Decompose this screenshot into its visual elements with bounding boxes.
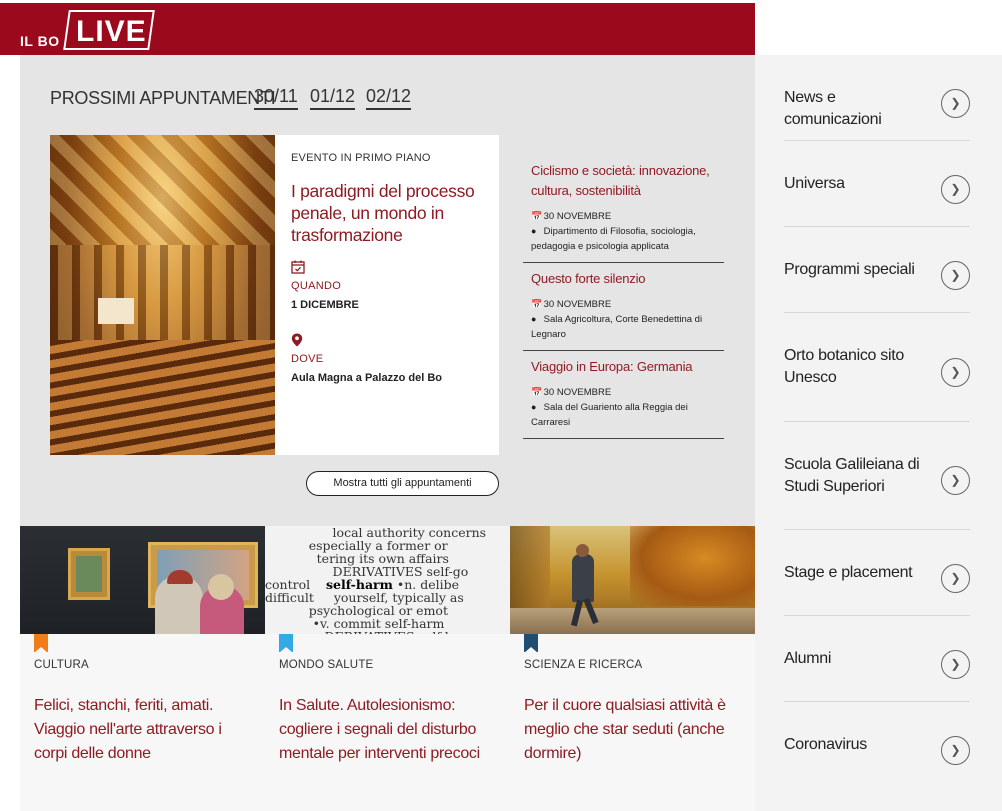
event-title[interactable]: Viaggio in Europa: Germania [531, 357, 716, 377]
sidebar-item-label[interactable]: Orto botanico sito Unesco [784, 345, 929, 389]
sidebar-item-label[interactable]: Coronavirus [784, 734, 929, 756]
sidebar-item-universa[interactable]: Universa ❯ [784, 141, 970, 227]
where-label: DOVE [291, 353, 324, 365]
live-logo[interactable]: LIVE [76, 15, 147, 49]
upcoming-events-list: Ciclismo e società: innovazione, cultura… [523, 155, 724, 439]
event-title[interactable]: Questo forte silenzio [531, 269, 716, 289]
right-sidebar: News e comunicazioni ❯ Universa ❯ Progra… [755, 55, 1002, 811]
event-title[interactable]: Ciclismo e società: innovazione, cultura… [531, 161, 716, 201]
bookmark-icon [524, 634, 538, 653]
map-pin-icon: ● [531, 314, 537, 324]
featured-title[interactable]: I paradigmi del processo penale, un mond… [291, 180, 483, 246]
article-category[interactable]: MONDO SALUTE [279, 659, 373, 671]
ilbo-logo[interactable]: IL BO [20, 33, 60, 49]
featured-event-card: EVENTO IN PRIMO PIANO I paradigmi del pr… [275, 135, 499, 455]
sidebar-item-programmi[interactable]: Programmi speciali ❯ [784, 227, 970, 313]
site-header: IL BO LIVE [0, 3, 755, 55]
article-card-scienza[interactable]: SCIENZA E RICERCA Per il cuore qualsiasi… [510, 526, 755, 811]
article-category[interactable]: CULTURA [34, 659, 89, 671]
bookmark-icon [279, 634, 293, 653]
where-value: Aula Magna a Palazzo del Bo [291, 372, 442, 384]
map-pin-icon: ● [531, 402, 537, 412]
sidebar-item-stage[interactable]: Stage e placement ❯ [784, 530, 970, 616]
article-image[interactable]: local authority concerns especially a fo… [265, 526, 510, 634]
article-title[interactable]: Felici, stanchi, feriti, amati. Viaggio … [34, 694, 256, 766]
bookmark-icon [34, 634, 48, 653]
calendar-icon [291, 260, 305, 274]
event-place: Dipartimento di Filosofia, sociologia, p… [531, 226, 696, 252]
event-date: 30 NOVEMBRE [543, 387, 612, 398]
sidebar-item-label[interactable]: Alumni [784, 648, 929, 670]
chevron-right-icon[interactable]: ❯ [941, 175, 970, 204]
featured-kicker: EVENTO IN PRIMO PIANO [291, 152, 431, 164]
date-tab-2[interactable]: 01/12 [310, 86, 356, 110]
date-tab-3[interactable]: 02/12 [366, 86, 412, 110]
list-item[interactable]: Ciclismo e società: innovazione, cultura… [523, 155, 724, 263]
chevron-right-icon[interactable]: ❯ [941, 261, 970, 290]
map-pin-icon [291, 333, 305, 347]
sidebar-item-galileiana[interactable]: Scuola Galileiana di Studi Superiori ❯ [784, 422, 970, 530]
article-card-salute[interactable]: local authority concerns especially a fo… [265, 526, 510, 811]
sidebar-item-news[interactable]: News e comunicazioni ❯ [784, 55, 970, 141]
list-item[interactable]: Viaggio in Europa: Germania 📅 30 NOVEMBR… [523, 351, 724, 439]
chevron-right-icon[interactable]: ❯ [941, 466, 970, 495]
event-date: 30 NOVEMBRE [543, 299, 612, 310]
list-item[interactable]: Questo forte silenzio 📅 30 NOVEMBRE ● Sa… [523, 263, 724, 351]
events-title: PROSSIMI APPUNTAMENTI [50, 88, 276, 108]
article-title[interactable]: In Salute. Autolesionismo: cogliere i se… [279, 694, 501, 766]
sidebar-item-coronavirus[interactable]: Coronavirus ❯ [784, 702, 970, 788]
sidebar-item-label[interactable]: Universa [784, 173, 929, 195]
sidebar-item-alumni[interactable]: Alumni ❯ [784, 616, 970, 702]
show-all-events-button[interactable]: Mostra tutti gli appuntamenti [306, 471, 499, 496]
chevron-right-icon[interactable]: ❯ [941, 650, 970, 679]
calendar-icon: 📅 [531, 299, 543, 309]
article-category[interactable]: SCIENZA E RICERCA [524, 659, 642, 671]
sidebar-item-label[interactable]: Programmi speciali [784, 259, 929, 281]
chevron-right-icon[interactable]: ❯ [941, 564, 970, 593]
chevron-right-icon[interactable]: ❯ [941, 736, 970, 765]
article-image[interactable] [510, 526, 755, 634]
event-place: Sala Agricoltura, Corte Benedettina di L… [531, 314, 703, 340]
article-image[interactable] [20, 526, 265, 634]
featured-event-image[interactable] [50, 135, 275, 455]
event-date: 30 NOVEMBRE [543, 211, 612, 222]
chevron-right-icon[interactable]: ❯ [941, 358, 970, 387]
sidebar-item-label[interactable]: Stage e placement [784, 562, 929, 584]
sidebar-item-orto[interactable]: Orto botanico sito Unesco ❯ [784, 313, 970, 422]
when-label: QUANDO [291, 280, 342, 292]
calendar-icon: 📅 [531, 211, 543, 221]
event-place: Sala del Guariento alla Reggia dei Carra… [531, 402, 688, 428]
events-section: PROSSIMI APPUNTAMENTI 30/11 01/12 02/12 … [20, 55, 755, 526]
sidebar-item-label[interactable]: Scuola Galileiana di Studi Superiori [784, 454, 929, 498]
date-tab-1[interactable]: 30/11 [254, 86, 298, 110]
article-card-cultura[interactable]: CULTURA Felici, stanchi, feriti, amati. … [20, 526, 265, 811]
sidebar-item-label[interactable]: News e comunicazioni [784, 87, 929, 131]
map-pin-icon: ● [531, 226, 537, 236]
when-value: 1 DICEMBRE [291, 299, 359, 311]
article-title[interactable]: Per il cuore qualsiasi attività è meglio… [524, 694, 746, 766]
calendar-icon: 📅 [531, 387, 543, 397]
chevron-right-icon[interactable]: ❯ [941, 89, 970, 118]
